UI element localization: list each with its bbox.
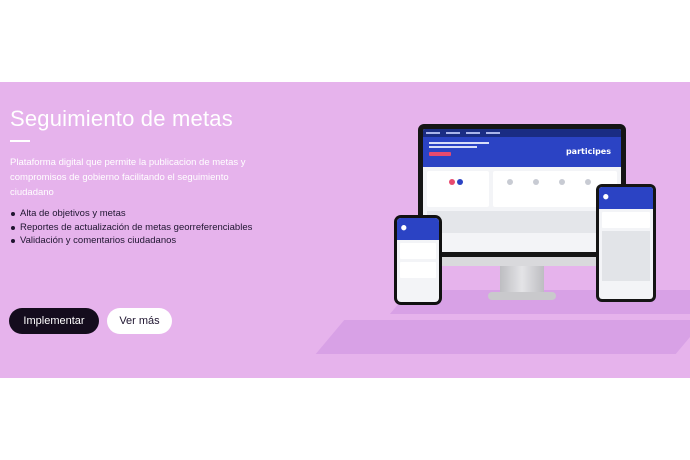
app-cards <box>423 167 621 211</box>
phone-card <box>400 243 436 259</box>
monitor-base <box>488 292 556 300</box>
app-map <box>427 211 617 233</box>
monitor-stand <box>500 266 544 294</box>
bullet-icon <box>11 225 15 230</box>
section-description: Plataforma digital que permite la public… <box>10 157 246 198</box>
bullet-icon <box>11 239 15 243</box>
phone-screen: ⬤ <box>397 218 439 302</box>
tablet-map <box>602 231 650 281</box>
feature-list: Alta de objetivos y metas Reportes de ac… <box>10 207 260 248</box>
app-card <box>427 171 489 207</box>
bullet-icon <box>11 212 15 216</box>
monitor-chin <box>418 257 626 266</box>
tablet-hero: ⬤ <box>599 187 653 209</box>
page: Seguimiento de metas Plataforma digital … <box>0 0 690 460</box>
desktop-screen: participes <box>423 129 621 252</box>
phone-hero: ⬤ <box>397 218 439 240</box>
section-title: Seguimiento de metas <box>10 106 233 131</box>
title-divider <box>10 140 30 142</box>
tablet-screen: ⬤ <box>599 187 653 299</box>
tablet-card <box>602 212 650 228</box>
feature-banner: Seguimiento de metas Plataforma digital … <box>0 82 690 378</box>
participes-logo: participes <box>565 147 611 156</box>
feature-item: Alta de objetivos y metas <box>10 207 260 221</box>
decor-stripe <box>315 320 690 354</box>
app-navbar <box>423 129 621 137</box>
tablet-mockup: ⬤ <box>596 184 656 302</box>
feature-item: Validación y comentarios ciudadanos <box>10 234 260 248</box>
desktop-mockup: participes <box>418 124 626 257</box>
feature-item: Reportes de actualización de metas georr… <box>10 221 260 235</box>
participes-logo: ⬤ <box>603 194 609 200</box>
ver-mas-button[interactable]: Ver más <box>107 308 172 334</box>
app-hero: participes <box>423 137 621 167</box>
phone-card <box>400 262 436 278</box>
participes-logo: ⬤ <box>401 225 407 231</box>
implementar-button[interactable]: Implementar <box>9 308 99 334</box>
phone-mockup: ⬤ <box>394 215 442 305</box>
